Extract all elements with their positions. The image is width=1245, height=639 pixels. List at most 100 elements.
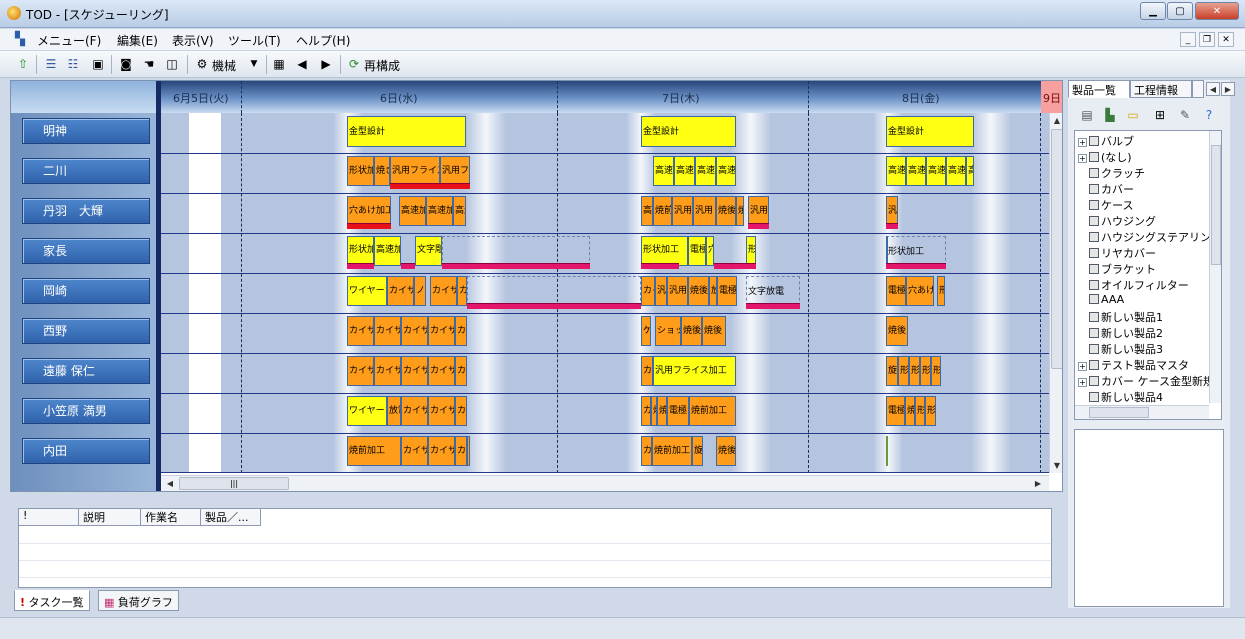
machine-label[interactable]: 機械	[212, 57, 236, 74]
task-block[interactable]: カイサ	[428, 316, 455, 346]
menu-file[interactable]: メニュー(F)	[37, 32, 101, 49]
scroll-thumb[interactable]	[1089, 407, 1149, 418]
task-block[interactable]: 放	[709, 276, 717, 306]
horizontal-scrollbar[interactable]: ◀ ||| ▶	[161, 475, 1049, 491]
indent-icon[interactable]: ☰	[42, 55, 60, 73]
task-label[interactable]: 文字放電	[748, 284, 784, 297]
outdent-icon[interactable]: ☷	[64, 55, 82, 73]
task-block[interactable]: カイ	[467, 436, 470, 466]
tree-item[interactable]: + テスト製品マスタ	[1078, 357, 1189, 373]
task-label[interactable]: 形状加工	[888, 244, 924, 257]
task-block[interactable]: ワイヤーカット	[347, 396, 387, 426]
task-block[interactable]: カイサ	[401, 356, 428, 386]
scroll-down-icon[interactable]: ▼	[1050, 458, 1062, 472]
task-block[interactable]: 高速	[653, 156, 674, 186]
tab-product-list[interactable]: 製品一覧	[1068, 80, 1130, 98]
tab-task-list[interactable]: ! タスク一覧	[14, 590, 90, 611]
tree-item[interactable]: + カバー ケース金型新規	[1078, 373, 1214, 389]
tree-item[interactable]: ケース	[1089, 197, 1133, 213]
tool-icon[interactable]: ✎	[1176, 106, 1194, 124]
mdi-restore-button[interactable]: ❐	[1199, 32, 1215, 47]
menu-tools[interactable]: ツール(T)	[228, 32, 281, 49]
grid-icon[interactable]: ▦	[270, 55, 288, 73]
task-block[interactable]: 形	[898, 356, 909, 386]
tree-vertical-scrollbar[interactable]	[1209, 131, 1221, 403]
task-block[interactable]: 穴あけ加工	[347, 196, 391, 226]
resource-button[interactable]: 家長	[22, 238, 150, 264]
menu-view[interactable]: 表示(V)	[172, 32, 214, 49]
tab-process-info[interactable]: 工程情報	[1130, 80, 1192, 98]
scroll-thumb[interactable]	[1211, 145, 1221, 265]
dropdown-arrow-icon[interactable]: ▼	[245, 55, 263, 73]
left-arrow-icon[interactable]: ◀	[293, 55, 311, 73]
task-block[interactable]: 焼後	[681, 316, 702, 346]
col-header-description[interactable]: 説明	[79, 509, 141, 526]
task-block[interactable]: 放電	[387, 396, 401, 426]
task-block[interactable]: 金型設計	[886, 116, 974, 147]
task-block[interactable]: 金型設計	[347, 116, 466, 147]
folder-icon[interactable]: ▭	[1124, 106, 1142, 124]
machine-icon[interactable]: ⚙	[193, 55, 211, 73]
tree-item[interactable]: 新しい製品3	[1089, 341, 1163, 357]
tree-item[interactable]: + (なし)	[1078, 149, 1132, 165]
expand-icon[interactable]: +	[1078, 138, 1087, 147]
task-block[interactable]: 形状加工	[347, 236, 374, 266]
task-block[interactable]: カイサ	[387, 276, 414, 306]
add-product-icon[interactable]: ▙	[1101, 106, 1119, 124]
task-block[interactable]: 焼前加工	[652, 436, 692, 466]
resource-button[interactable]: 明神	[22, 118, 150, 144]
task-block[interactable]: 電極	[886, 396, 905, 426]
task-block[interactable]: 汎用	[655, 276, 667, 306]
rebuild-icon[interactable]: ⟳	[345, 55, 363, 73]
task-block[interactable]: 汎用フライス	[440, 156, 470, 186]
tree-item[interactable]: ハウジング	[1089, 213, 1156, 229]
task-block[interactable]: 焼き	[374, 156, 390, 186]
task-block[interactable]: 旋	[692, 436, 703, 466]
task-block[interactable]: 穴あけ	[906, 276, 934, 306]
expand-icon[interactable]: +	[1078, 154, 1087, 163]
task-block[interactable]: 焼	[657, 396, 667, 426]
task-block[interactable]: 高速	[453, 196, 466, 226]
task-block[interactable]: 焼後	[716, 196, 736, 226]
task-block[interactable]: 汎用	[672, 196, 693, 226]
task-block[interactable]: 焼	[905, 396, 915, 426]
tree-item[interactable]: オイルフィルター	[1089, 277, 1189, 293]
task-block[interactable]: ケ	[641, 316, 651, 346]
up-arrow-icon[interactable]: ⇧	[14, 55, 32, 73]
resource-button[interactable]: 小笠原 満男	[22, 398, 150, 424]
resource-button[interactable]: 二川	[22, 158, 150, 184]
scroll-right-icon[interactable]: ▶	[1031, 476, 1045, 490]
task-block[interactable]: 高速	[926, 156, 946, 186]
task-block[interactable]: 形	[909, 356, 920, 386]
expand-icon[interactable]: +	[1078, 378, 1087, 387]
tree-item[interactable]: ブラケット	[1089, 261, 1156, 277]
hand-icon[interactable]: ☚	[140, 55, 158, 73]
task-block[interactable]: 形	[920, 356, 931, 386]
task-block[interactable]: 汎用	[748, 196, 769, 226]
task-block[interactable]: 電極	[688, 236, 706, 266]
task-block[interactable]: 高速	[716, 156, 736, 186]
scroll-thumb[interactable]	[1051, 129, 1062, 369]
expand-icon[interactable]: +	[1078, 362, 1087, 371]
task-block[interactable]: 形	[746, 236, 756, 266]
task-block[interactable]: ノ	[414, 276, 426, 306]
task-block[interactable]: 高速	[966, 156, 974, 186]
task-block[interactable]: 金型設計	[641, 116, 736, 147]
save-icon[interactable]: ▣	[89, 55, 107, 73]
task-block[interactable]: 旋盤	[886, 356, 898, 386]
task-block[interactable]: カイ	[455, 436, 467, 466]
task-block[interactable]: 高速加	[426, 196, 453, 226]
task-block[interactable]: 電極	[886, 276, 906, 306]
task-block[interactable]: 汎用フライス加	[390, 156, 440, 186]
task-block[interactable]: 高速	[946, 156, 966, 186]
task-block[interactable]: カイサ	[428, 396, 455, 426]
task-block[interactable]: 形	[931, 356, 941, 386]
menu-edit[interactable]: 編集(E)	[117, 32, 158, 49]
task-block[interactable]: 電極	[717, 276, 737, 306]
task-block[interactable]: カイ	[455, 396, 467, 426]
tree-horizontal-scrollbar[interactable]	[1075, 405, 1209, 419]
task-block[interactable]: 形	[915, 396, 925, 426]
task-block[interactable]: カイ	[457, 276, 467, 306]
task-block[interactable]: カイ	[455, 316, 467, 346]
camera-icon[interactable]: ◙	[117, 55, 135, 73]
